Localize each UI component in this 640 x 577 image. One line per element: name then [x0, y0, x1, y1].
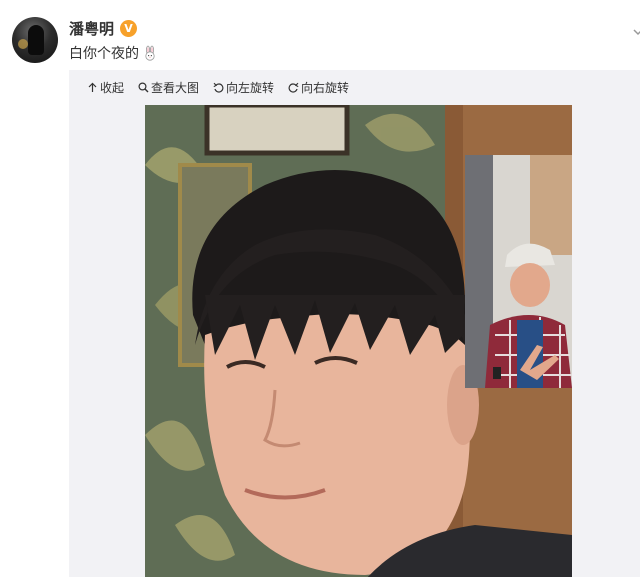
rotate-right-label: 向右旋转 — [301, 80, 350, 95]
media-toolbar: 收起 查看大图 向左旋转 向右旋转 — [69, 70, 640, 104]
weibo-post: 潘粤明 V 白你个夜的 收起 查看大图 向左旋转 向右旋转 — [0, 0, 640, 577]
avatar[interactable] — [12, 17, 58, 63]
rabbit-emoji-icon — [142, 45, 158, 61]
rotate-left-label: 向左旋转 — [226, 80, 275, 95]
avatar-image-figure — [28, 25, 44, 55]
rotate-left-icon — [213, 82, 224, 93]
post-text-content: 白你个夜的 — [69, 46, 139, 62]
media-panel: 收起 查看大图 向左旋转 向右旋转 — [69, 70, 640, 577]
chevron-down-icon[interactable] — [633, 22, 640, 36]
collapse-arrow-icon — [87, 82, 98, 93]
collapse-label: 收起 — [100, 80, 125, 95]
verified-badge-icon[interactable]: V — [120, 19, 138, 37]
rotate-right-icon — [288, 82, 299, 93]
view-large-label: 查看大图 — [151, 80, 200, 95]
post-photo[interactable] — [145, 105, 572, 577]
user-header: 潘粤明 V — [69, 18, 138, 39]
view-large-image-button[interactable]: 查看大图 — [138, 79, 199, 96]
avatar-image-light — [18, 39, 28, 49]
collapse-button[interactable]: 收起 — [87, 79, 124, 96]
video-call-screenshot — [145, 105, 572, 577]
post-text: 白你个夜的 — [69, 43, 158, 63]
rotate-left-button[interactable]: 向左旋转 — [213, 79, 274, 96]
search-icon — [138, 81, 149, 93]
username-link[interactable]: 潘粤明 — [69, 18, 114, 39]
pip-inset — [465, 155, 572, 388]
rotate-right-button[interactable]: 向右旋转 — [288, 79, 349, 96]
